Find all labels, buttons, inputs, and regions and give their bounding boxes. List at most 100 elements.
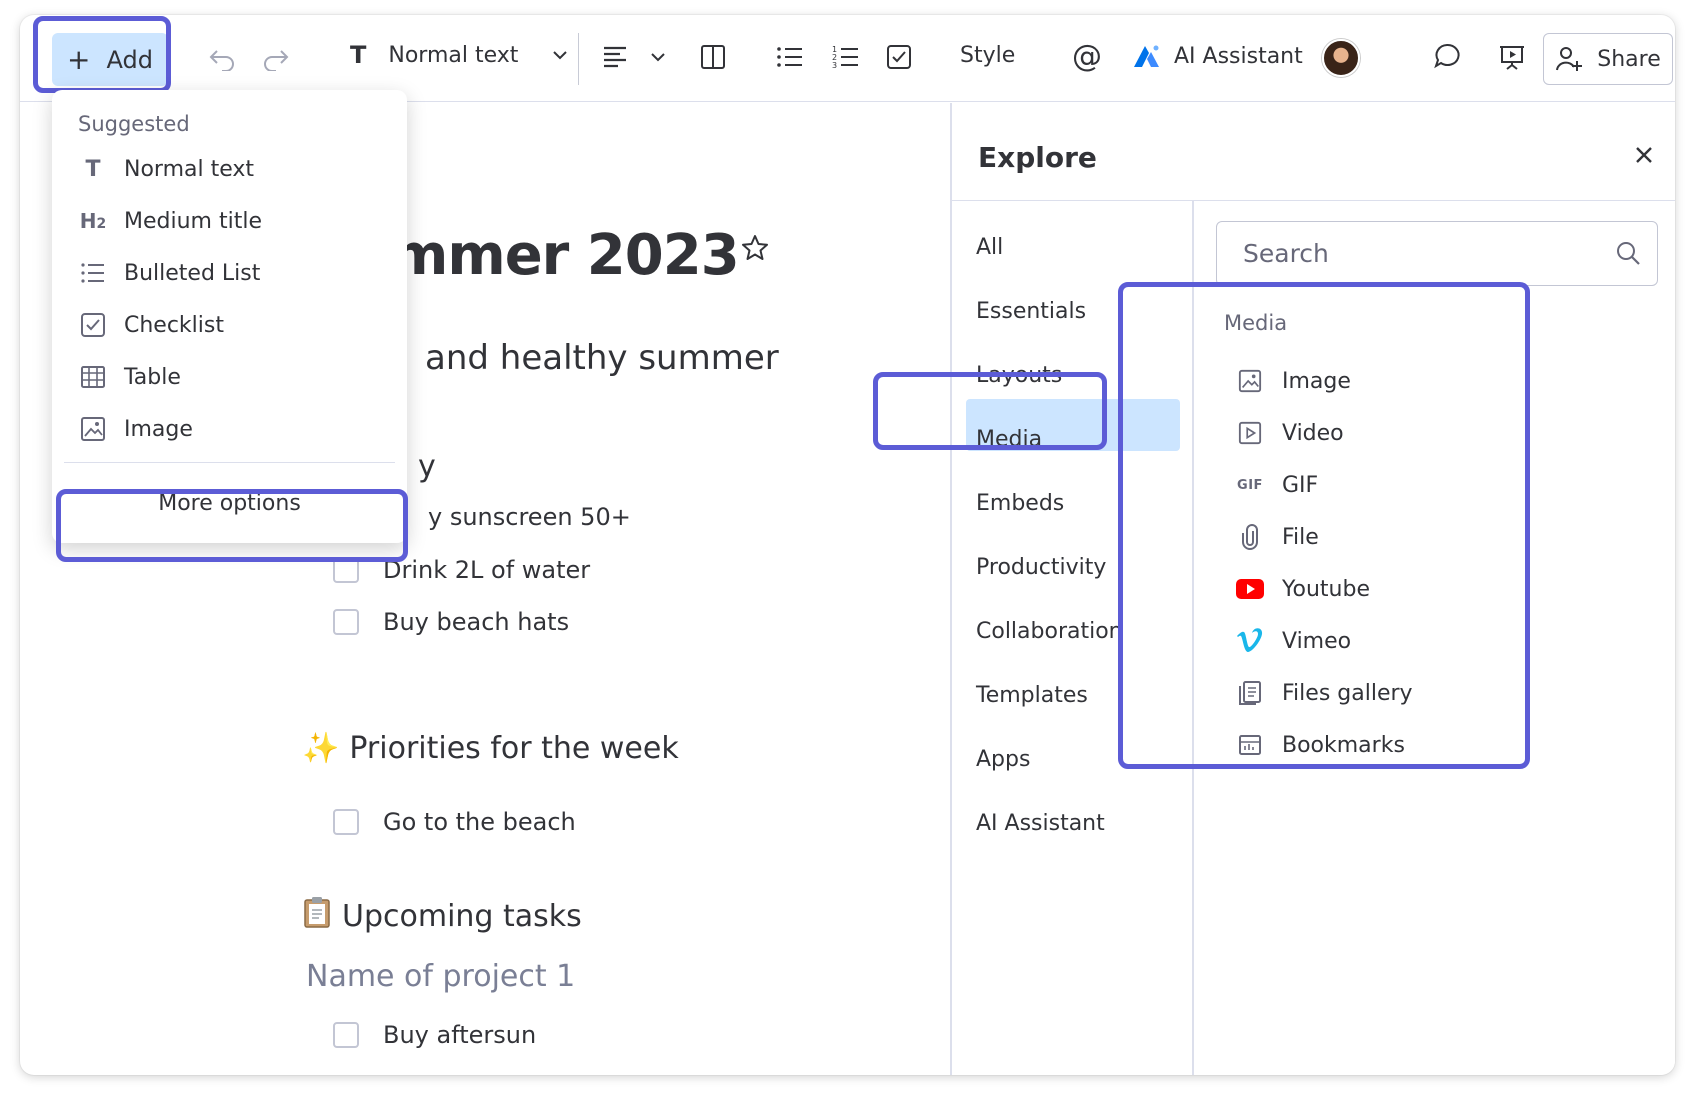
chevron-down-icon (553, 51, 568, 60)
checklist-icon (78, 310, 108, 340)
media-item-label: Video (1282, 420, 1344, 446)
image-icon (1236, 367, 1264, 395)
priorities-heading[interactable]: ✨ Priorities for the week (302, 731, 679, 766)
bookmark-icon (1236, 731, 1264, 759)
style-label: Style (960, 43, 1016, 68)
todo-checkbox[interactable] (333, 557, 359, 583)
todo-text: y sunscreen 50+ (428, 503, 631, 531)
undo-icon[interactable] (208, 45, 236, 71)
align-dropdown[interactable] (602, 45, 666, 69)
category-all[interactable]: All (976, 235, 1003, 260)
menu-item-table[interactable]: Table (78, 362, 181, 392)
checklist-icon[interactable] (886, 44, 912, 70)
doc-subtitle[interactable]: and healthy summer (425, 338, 779, 378)
add-button[interactable]: + Add (52, 33, 168, 86)
heading-h2-icon: H2 (79, 209, 107, 233)
media-item-label: Youtube (1282, 576, 1370, 602)
align-left-icon (604, 46, 626, 68)
star-icon[interactable] (740, 233, 770, 267)
todo-checkbox[interactable] (333, 809, 359, 835)
media-item-video[interactable]: Video (1236, 419, 1344, 447)
add-button-label: Add (106, 45, 153, 74)
style-button[interactable]: Style (960, 43, 1015, 68)
text-style-dropdown[interactable]: T Normal text (350, 41, 568, 69)
search-placeholder: Search (1243, 239, 1329, 268)
category-essentials[interactable]: Essentials (976, 299, 1086, 324)
youtube-icon (1236, 575, 1264, 603)
redo-icon[interactable] (262, 45, 290, 71)
menu-divider (64, 462, 395, 463)
media-item-vimeo[interactable]: Vimeo (1236, 627, 1351, 655)
menu-item-bulleted-list[interactable]: Bulleted List (78, 258, 260, 288)
media-item-youtube[interactable]: Youtube (1236, 575, 1370, 603)
bulleted-list-icon[interactable] (776, 45, 804, 69)
add-menu: Suggested T Normal text H2 Medium title … (52, 90, 407, 543)
list-item[interactable]: y sunscreen 50+ (428, 503, 631, 531)
media-item-bookmarks[interactable]: Bookmarks (1236, 731, 1405, 759)
category-embeds[interactable]: Embeds (976, 491, 1064, 516)
todo-checkbox[interactable] (333, 1022, 359, 1048)
list-item[interactable]: Buy beach hats (333, 608, 569, 636)
category-layouts[interactable]: Layouts (976, 363, 1062, 388)
search-input[interactable]: Search (1216, 221, 1658, 286)
todo-checkbox[interactable] (333, 609, 359, 635)
close-icon[interactable] (1634, 145, 1654, 169)
search-icon (1615, 240, 1641, 272)
add-menu-heading: Suggested (78, 112, 190, 136)
numbered-list-icon[interactable]: 123 (832, 44, 860, 70)
doc-heading-fragment[interactable]: y (418, 449, 436, 484)
media-item-gif[interactable]: GIF GIF (1236, 471, 1318, 499)
present-icon[interactable] (1498, 43, 1526, 71)
todo-text: Buy beach hats (383, 608, 570, 636)
avatar[interactable] (1322, 39, 1360, 77)
files-gallery-icon (1236, 679, 1264, 707)
app-window: + Add T Normal text 123 Style @ AI Assis… (20, 15, 1675, 1075)
ai-assistant-icon (1134, 45, 1159, 67)
list-item[interactable]: Go to the beach (333, 808, 576, 836)
category-productivity[interactable]: Productivity (976, 555, 1106, 580)
doc-title[interactable]: mmer 2023 (390, 223, 740, 288)
menu-item-medium-title[interactable]: H2 Medium title (78, 206, 262, 236)
menu-item-image[interactable]: Image (78, 414, 193, 444)
media-item-files-gallery[interactable]: Files gallery (1236, 679, 1413, 707)
svg-text:3: 3 (832, 61, 837, 70)
project-name[interactable]: Name of project 1 (306, 959, 575, 994)
media-item-image[interactable]: Image (1236, 367, 1351, 395)
mention-icon[interactable]: @ (1072, 39, 1102, 74)
clipboard-icon (302, 896, 332, 936)
list-item[interactable]: Buy aftersun (333, 1021, 536, 1049)
explore-title: Explore (978, 141, 1097, 174)
category-templates[interactable]: Templates (976, 683, 1088, 708)
todo-text: Go to the beach (383, 808, 576, 836)
comment-icon[interactable] (1433, 42, 1461, 70)
video-icon (1236, 419, 1264, 447)
plus-icon: + (67, 42, 91, 76)
media-item-file[interactable]: File (1236, 523, 1319, 551)
menu-item-label: Medium title (124, 208, 262, 234)
share-button[interactable]: Share (1543, 33, 1673, 85)
media-item-label: GIF (1282, 472, 1319, 498)
category-apps[interactable]: Apps (976, 747, 1030, 772)
gif-icon: GIF (1236, 471, 1264, 499)
menu-item-label: Image (124, 416, 193, 442)
list-item[interactable]: Drink 2L of water (333, 556, 590, 584)
vimeo-icon (1236, 627, 1264, 655)
table-icon (78, 362, 108, 392)
upcoming-heading-text: Upcoming tasks (342, 898, 582, 934)
category-media[interactable]: Media (976, 427, 1042, 452)
category-ai-assistant[interactable]: AI Assistant (976, 811, 1105, 836)
more-options-button[interactable]: More options (62, 470, 397, 536)
menu-item-checklist[interactable]: Checklist (78, 310, 224, 340)
sparkles-icon: ✨ (302, 731, 340, 766)
columns-icon[interactable] (700, 44, 726, 70)
menu-item-normal-text[interactable]: T Normal text (78, 154, 254, 184)
share-label: Share (1597, 46, 1661, 72)
category-collaboration[interactable]: Collaboration (976, 619, 1123, 644)
media-item-label: Files gallery (1282, 680, 1413, 706)
ai-assistant-button[interactable]: AI Assistant (1132, 43, 1303, 69)
menu-item-label: Checklist (124, 312, 224, 338)
upcoming-heading[interactable]: Upcoming tasks (302, 896, 582, 936)
menu-item-label: Bulleted List (124, 260, 261, 286)
gif-icon-text: GIF (1237, 477, 1263, 493)
text-t-icon: T (350, 41, 367, 69)
